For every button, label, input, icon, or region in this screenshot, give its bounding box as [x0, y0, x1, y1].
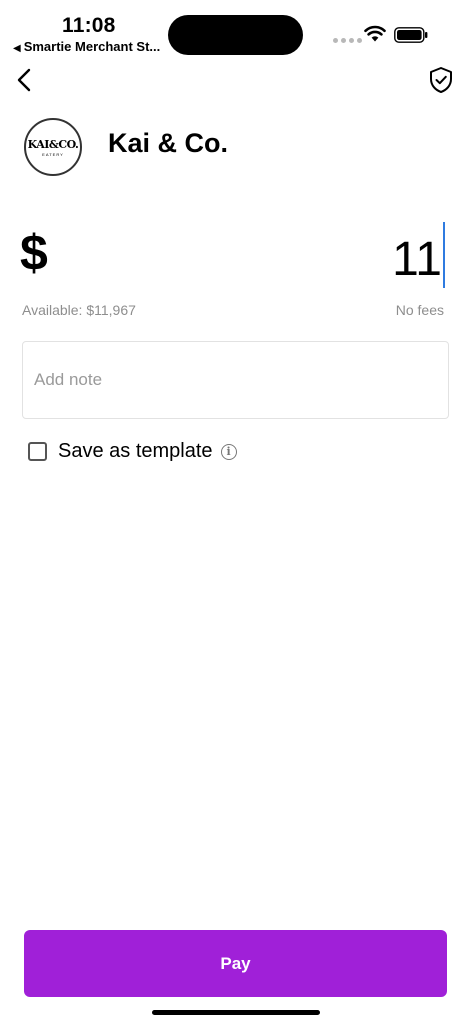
back-to-app-link[interactable]: ◀ Smartie Merchant St...: [13, 39, 160, 54]
note-placeholder: Add note: [34, 370, 103, 389]
shield-check-icon[interactable]: [428, 66, 454, 94]
status-time: 11:08: [62, 14, 116, 37]
back-chevron-icon[interactable]: [14, 66, 36, 94]
save-template-label: Save as template: [58, 440, 213, 462]
save-template-row: Save as template i: [28, 440, 237, 463]
back-app-label: Smartie Merchant St...: [23, 39, 161, 54]
fees-label: No fees: [395, 302, 444, 318]
merchant-logo: KAI&CO. EATERY: [24, 118, 82, 176]
logo-subtext: EATERY: [42, 151, 64, 157]
signal-dots-icon: [333, 38, 362, 43]
logo-text: KAI&CO.: [27, 137, 79, 151]
info-icon[interactable]: i: [220, 443, 237, 460]
dynamic-island: [168, 15, 303, 55]
back-triangle-icon: ◀: [13, 43, 21, 54]
pay-button[interactable]: Pay: [24, 930, 447, 997]
wifi-icon: [364, 25, 386, 42]
pay-button-label: Pay: [220, 953, 251, 973]
note-input[interactable]: Add note: [22, 341, 449, 419]
text-caret: [443, 222, 445, 288]
home-indicator: [152, 1010, 320, 1015]
save-template-checkbox[interactable]: [28, 442, 47, 461]
currency-symbol: $: [20, 225, 48, 281]
merchant-name: Kai & Co.: [108, 128, 229, 158]
amount-value: 11: [392, 232, 442, 286]
amount-input[interactable]: 11: [392, 222, 445, 292]
available-balance: Available: $11,967: [22, 302, 136, 318]
battery-icon: [394, 27, 428, 43]
payment-screen: 11:08 ◀ Smartie Merchant St... KAI&CO. EA…: [0, 0, 471, 1024]
